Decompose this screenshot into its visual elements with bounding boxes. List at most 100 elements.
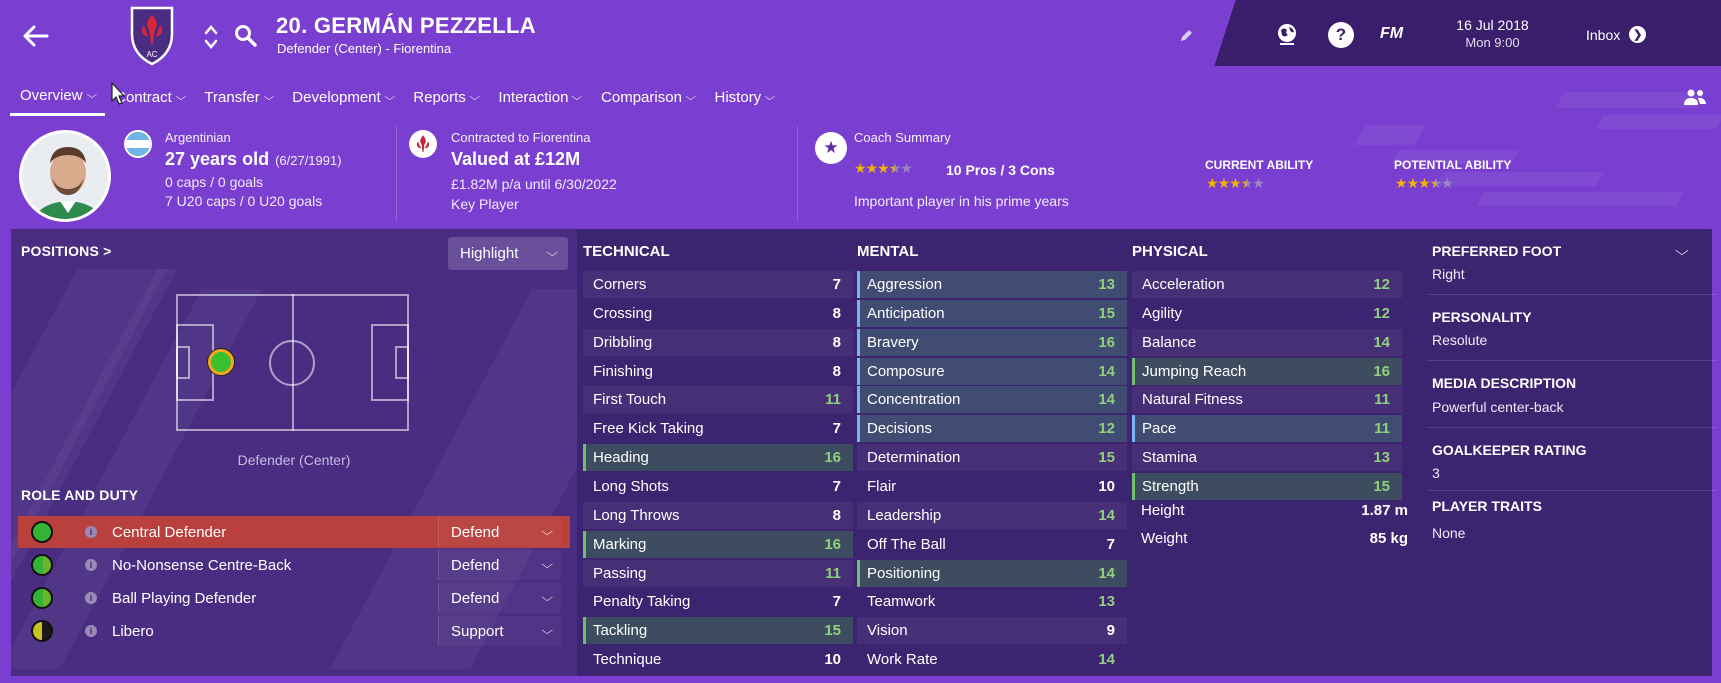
star-icon: ★ (900, 160, 913, 176)
attribute-row[interactable]: Long Throws 8 (583, 501, 853, 529)
highlight-dropdown[interactable]: Highlight ⌵ (448, 237, 568, 270)
player-title: 20. GERMÁN PEZZELLA (276, 13, 536, 38)
attribute-name: Penalty Taking (593, 593, 691, 611)
tab-interaction[interactable]: Interaction ⌵ (488, 78, 591, 116)
role-row[interactable]: i Libero Support ⌵ (18, 615, 570, 647)
attribute-name: Decisions (867, 420, 933, 438)
attribute-row[interactable]: Marking 16 (583, 530, 853, 558)
role-row[interactable]: i No-Nonsense Centre-Back Defend ⌵ (18, 549, 570, 581)
attribute-value: 12 (1373, 276, 1390, 293)
attributes-panel: POSITIONS > Highlight ⌵ Defender (Center… (11, 229, 1717, 676)
info-icon[interactable]: i (85, 559, 97, 571)
weight-value: 85 kg (1369, 530, 1408, 547)
info-icon[interactable]: i (85, 592, 97, 604)
chevron-down-icon[interactable]: ⌵ (1675, 243, 1689, 259)
attribute-value: 8 (832, 333, 841, 351)
back-button[interactable] (18, 18, 54, 54)
attribute-row[interactable]: Composure 14 (857, 357, 1127, 385)
positions-link[interactable]: POSITIONS > (21, 243, 112, 259)
attribute-value: 12 (1098, 420, 1115, 438)
attribute-row[interactable]: Decisions 12 (857, 415, 1127, 443)
flag-argentina-icon (124, 130, 152, 158)
attribute-row[interactable]: Corners 7 (583, 271, 853, 298)
attribute-name: Marking (593, 535, 647, 553)
current-ability-stars: ★★★★★ (1206, 175, 1265, 192)
tab-label: Overview (20, 87, 83, 104)
attribute-row[interactable]: Bravery 16 (857, 328, 1127, 356)
coach-star-icon: ★ (815, 132, 847, 164)
attribute-row[interactable]: Dribbling 8 (583, 328, 853, 356)
info-icon[interactable]: i (85, 625, 97, 637)
player-age: 27 years old (165, 149, 270, 169)
squad-compare-button[interactable] (1680, 84, 1710, 110)
duty-dropdown[interactable]: Defend ⌵ (438, 517, 561, 547)
inbox-label: Inbox (1586, 26, 1621, 43)
attribute-row[interactable]: Acceleration 12 (1132, 271, 1402, 298)
attribute-row[interactable]: Passing 11 (583, 559, 853, 587)
weight-label: Weight (1141, 530, 1188, 547)
role-name: Central Defender (112, 523, 227, 541)
attribute-row[interactable]: Technique 10 (583, 646, 853, 673)
attribute-row[interactable]: Finishing 8 (583, 358, 853, 385)
role-row[interactable]: i Ball Playing Defender Defend ⌵ (18, 582, 570, 614)
duty-dropdown[interactable]: Defend ⌵ (438, 583, 561, 613)
attribute-row[interactable]: Free Kick Taking 7 (583, 415, 853, 442)
player-switch-button[interactable] (200, 20, 222, 54)
world-button[interactable] (1273, 20, 1301, 48)
help-button[interactable]: ? (1328, 22, 1354, 48)
attribute-row[interactable]: Penalty Taking 7 (583, 588, 853, 615)
attribute-row[interactable]: Heading 16 (583, 444, 853, 472)
attribute-value: 7 (832, 477, 841, 495)
attribute-value: 14 (1098, 362, 1115, 380)
attribute-row[interactable]: Determination 15 (857, 444, 1127, 472)
attribute-row[interactable]: Pace 11 (1132, 415, 1402, 443)
attribute-row[interactable]: Off The Ball 7 (857, 531, 1127, 558)
role-name: Ball Playing Defender (112, 589, 257, 607)
role-name: Libero (112, 622, 154, 640)
tab-history[interactable]: History ⌵ (705, 78, 784, 116)
attribute-row[interactable]: Vision 9 (857, 617, 1127, 645)
attribute-row[interactable]: Agility 12 (1132, 300, 1402, 327)
attribute-row[interactable]: Tackling 15 (583, 617, 853, 645)
attribute-row[interactable]: Teamwork 13 (857, 588, 1127, 615)
attribute-row[interactable]: Stamina 13 (1132, 444, 1402, 472)
duty-dropdown[interactable]: Defend ⌵ (438, 550, 561, 580)
edit-button[interactable] (1176, 26, 1196, 46)
tab-overview[interactable]: Overview ⌵ (10, 78, 106, 116)
duty-label: Defend (451, 523, 500, 541)
tab-development[interactable]: Development ⌵ (282, 78, 403, 116)
info-icon[interactable]: i (85, 526, 97, 538)
player-subtitle: Defender (Center) - Fiorentina (277, 41, 452, 56)
attribute-name: Finishing (593, 362, 654, 380)
attribute-value: 8 (832, 506, 841, 524)
attribute-row[interactable]: Anticipation 15 (857, 299, 1127, 327)
tab-transfer[interactable]: Transfer ⌵ (194, 78, 282, 116)
duty-dropdown[interactable]: Support ⌵ (438, 616, 561, 646)
attribute-row[interactable]: Crossing 8 (583, 300, 853, 327)
attribute-row[interactable]: Natural Fitness 11 (1132, 386, 1402, 414)
role-row[interactable]: i Central Defender Defend ⌵ (18, 516, 570, 548)
attribute-row[interactable]: Concentration 14 (857, 386, 1127, 414)
attribute-value: 15 (824, 622, 841, 640)
star-icon: ★ (1240, 175, 1254, 191)
attribute-row[interactable]: Jumping Reach 16 (1132, 357, 1402, 385)
attribute-name: Concentration (867, 391, 961, 409)
attribute-row[interactable]: Work Rate 14 (857, 646, 1127, 673)
tab-reports[interactable]: Reports ⌵ (403, 78, 488, 116)
attribute-row[interactable]: First Touch 11 (583, 386, 853, 414)
tab-label: Interaction (498, 88, 569, 106)
attribute-row[interactable]: Strength 15 (1132, 472, 1402, 500)
fm-button[interactable]: FM (1380, 25, 1403, 43)
tab-comparison[interactable]: Comparison ⌵ (591, 78, 704, 116)
search-button[interactable] (232, 22, 260, 50)
attribute-value: 11 (1374, 391, 1390, 409)
attribute-row[interactable]: Balance 14 (1132, 328, 1402, 356)
chevron-down-icon: ⌵ (571, 91, 583, 103)
inbox-button[interactable]: Inbox ❯ (1586, 26, 1647, 43)
position-marker[interactable] (208, 349, 234, 375)
attribute-row[interactable]: Long Shots 7 (583, 473, 853, 500)
attribute-row[interactable]: Leadership 14 (857, 501, 1127, 529)
attribute-row[interactable]: Flair 10 (857, 473, 1127, 500)
attribute-row[interactable]: Aggression 13 (857, 271, 1127, 298)
attribute-row[interactable]: Positioning 14 (857, 559, 1127, 587)
